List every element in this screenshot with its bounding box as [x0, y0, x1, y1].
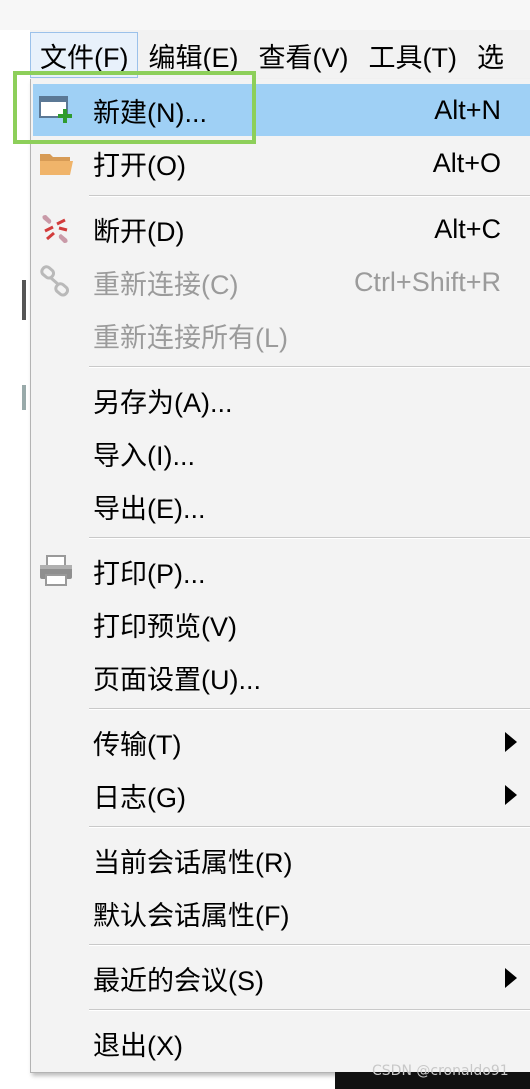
menu-item-label: 页面设置(U)...	[93, 664, 261, 695]
menu-item-disconnect[interactable]: 断开(D) Alt+C	[33, 203, 530, 255]
menu-item-recent-sessions[interactable]: 最近的会议(S)	[33, 952, 530, 1004]
menu-separator	[89, 195, 530, 197]
menu-separator	[89, 944, 530, 946]
background-window-fragment	[22, 385, 26, 410]
menu-item-shortcut: Alt+N	[434, 94, 501, 125]
menu-item-label: 另存为(A)...	[93, 387, 233, 418]
menu-item-page-setup[interactable]: 页面设置(U)...	[33, 651, 530, 703]
menu-item-shortcut: Alt+C	[434, 213, 501, 244]
file-menu-dropdown: 新建(N)... Alt+N 打开(O) Alt+O 断开(D) Alt+C 重…	[30, 79, 530, 1073]
menu-item-label: 最近的会议(S)	[93, 965, 264, 996]
menu-item-current-session-properties[interactable]: 当前会话属性(R)	[33, 834, 530, 886]
menu-item-label: 打开(O)	[93, 150, 186, 181]
menu-item-import[interactable]: 导入(I)...	[33, 427, 530, 479]
menu-item-label: 默认会话属性(F)	[93, 900, 290, 931]
menu-item-label: 导入(I)...	[93, 440, 195, 471]
menu-item-label: 导出(E)...	[93, 493, 206, 524]
menubar-view[interactable]: 查看(V)	[248, 32, 358, 78]
menu-item-label: 断开(D)	[93, 216, 185, 247]
window-top-strip	[0, 0, 530, 30]
menu-separator	[89, 366, 530, 368]
submenu-arrow-icon	[505, 785, 517, 805]
menu-item-label: 当前会话属性(R)	[93, 847, 293, 878]
menu-item-export[interactable]: 导出(E)...	[33, 480, 530, 532]
menu-separator	[89, 826, 530, 828]
menu-separator	[89, 1009, 530, 1011]
menu-item-open[interactable]: 打开(O) Alt+O	[33, 137, 530, 189]
menu-item-reconnect[interactable]: 重新连接(C) Ctrl+Shift+R	[33, 256, 530, 308]
menu-item-label: 打印预览(V)	[93, 611, 237, 642]
background-window-fragment	[22, 280, 26, 320]
menu-item-print[interactable]: 打印(P)...	[33, 545, 530, 597]
menu-item-label: 打印(P)...	[93, 558, 206, 589]
reconnect-icon	[40, 265, 70, 297]
menu-item-exit[interactable]: 退出(X)	[33, 1017, 530, 1069]
watermark-text: CSDN @cronaldo91	[372, 1063, 509, 1079]
menu-item-shortcut: Alt+O	[432, 147, 501, 178]
folder-icon	[40, 154, 73, 175]
menu-separator	[89, 708, 530, 710]
disconnect-icon	[42, 215, 68, 243]
highlight-annotation-box	[13, 71, 256, 144]
menu-item-print-preview[interactable]: 打印预览(V)	[33, 598, 530, 650]
menu-item-label: 传输(T)	[93, 729, 182, 760]
menubar-tools[interactable]: 工具(T)	[358, 32, 466, 78]
menu-item-label: 退出(X)	[93, 1030, 183, 1061]
menu-item-label: 重新连接(C)	[93, 269, 239, 300]
menu-item-transfer[interactable]: 传输(T)	[33, 716, 530, 768]
menu-item-label: 重新连接所有(L)	[93, 322, 288, 353]
menu-item-reconnect-all[interactable]: 重新连接所有(L)	[33, 309, 530, 361]
submenu-arrow-icon	[505, 732, 517, 752]
printer-icon	[40, 555, 72, 586]
menu-item-default-session-properties[interactable]: 默认会话属性(F)	[33, 887, 530, 939]
submenu-arrow-icon	[505, 968, 517, 988]
menu-item-save-as[interactable]: 另存为(A)...	[33, 374, 530, 426]
menu-separator	[89, 537, 530, 539]
menu-item-label: 日志(G)	[93, 782, 186, 813]
menu-item-shortcut: Ctrl+Shift+R	[353, 266, 501, 297]
menubar-options[interactable]: 选	[467, 32, 514, 78]
menu-item-log[interactable]: 日志(G)	[33, 769, 530, 821]
